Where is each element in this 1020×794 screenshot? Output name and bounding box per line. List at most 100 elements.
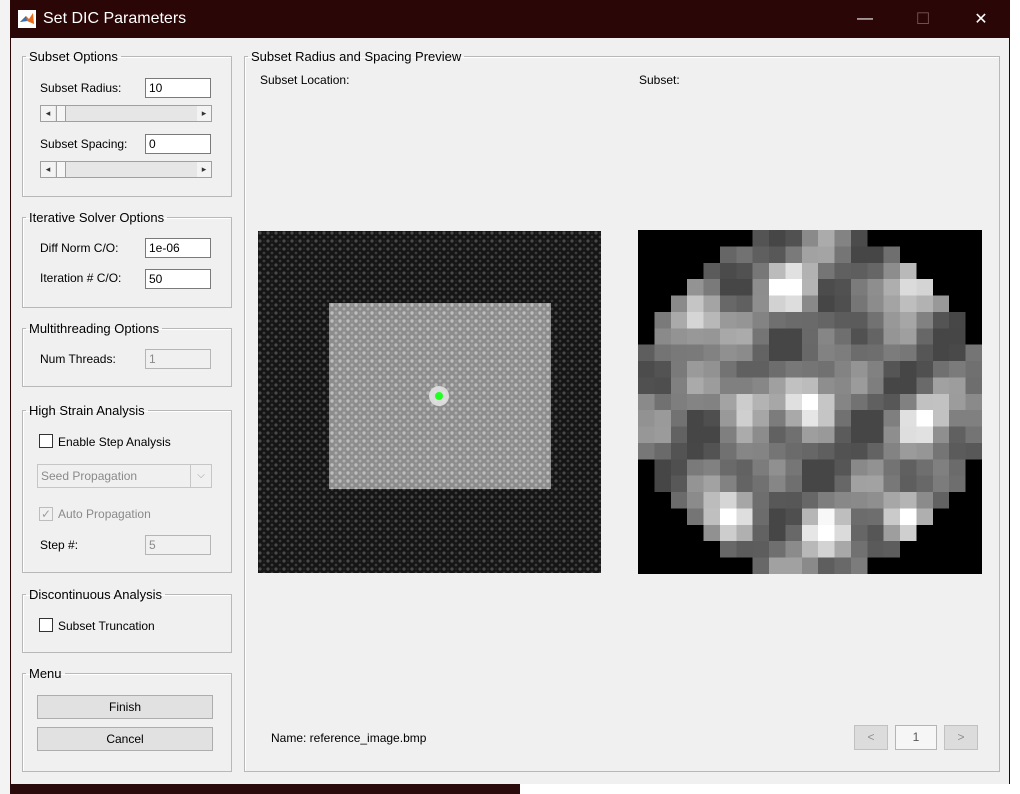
subset-pixel — [818, 246, 835, 263]
slider-left-arrow-icon[interactable]: ◂ — [41, 106, 55, 121]
subset-truncation-checkbox[interactable] — [39, 618, 53, 632]
finish-button[interactable]: Finish — [37, 695, 213, 719]
slider-thumb[interactable] — [56, 106, 66, 121]
subset-pixel — [752, 262, 770, 280]
subset-pixel — [654, 442, 671, 460]
subset-pixel — [818, 541, 835, 558]
iterative-solver-group: Iterative Solver Options — [22, 210, 232, 308]
subset-pixel — [785, 426, 802, 443]
maximize-button[interactable]: ☐ — [894, 0, 952, 38]
subset-pixel — [736, 262, 753, 280]
diff-norm-field[interactable]: 1e-06 — [145, 238, 211, 258]
dropdown-value: Seed Propagation — [41, 469, 138, 483]
subset-pixel — [801, 246, 819, 263]
subset-pixel — [785, 557, 802, 574]
subset-pixel — [719, 426, 737, 443]
subset-pixel — [834, 426, 851, 443]
slider-left-arrow-icon[interactable]: ◂ — [41, 162, 55, 177]
subset-pixel — [670, 295, 688, 312]
subset-pixel — [785, 393, 802, 411]
subset-pixel — [834, 328, 851, 345]
close-button[interactable]: ✕ — [952, 0, 1010, 38]
subset-pixel — [818, 328, 835, 345]
subset-pixel — [638, 426, 655, 443]
subset-pixel — [752, 459, 770, 476]
subset-radius-label: Subset Radius: — [40, 81, 122, 95]
subset-pixel — [932, 442, 950, 460]
subset-pixel — [752, 524, 770, 542]
cancel-button[interactable]: Cancel — [37, 727, 213, 751]
propagation-dropdown[interactable]: Seed Propagation ⌵ — [37, 464, 212, 488]
subset-pixel — [752, 279, 770, 296]
num-threads-field[interactable]: 1 — [145, 349, 211, 369]
subset-pixel — [736, 279, 753, 296]
subset-pixel — [752, 541, 770, 558]
subset-pixel — [834, 246, 851, 263]
subset-pixel — [965, 377, 982, 394]
subset-pixel — [752, 557, 770, 574]
subset-pixel — [818, 230, 835, 247]
subset-pixel — [867, 541, 884, 558]
image-page-field[interactable]: 1 — [895, 725, 937, 750]
iteration-field[interactable]: 50 — [145, 269, 211, 289]
subset-pixel — [703, 459, 720, 476]
auto-propagation-checkbox[interactable]: ✓ — [39, 507, 53, 521]
subset-pixel — [670, 459, 688, 476]
subset-pixel — [818, 492, 835, 509]
subset-pixel — [654, 393, 671, 411]
subset-pixel — [932, 426, 950, 443]
subset-center-marker — [435, 392, 443, 400]
subset-pixel — [638, 410, 655, 427]
subset-pixel — [703, 410, 720, 427]
subset-location-image[interactable] — [258, 231, 601, 573]
subset-pixel — [834, 279, 851, 296]
subset-pixel — [850, 246, 868, 263]
subset-pixel — [769, 410, 786, 427]
slider-right-arrow-icon[interactable]: ▸ — [197, 162, 211, 177]
subset-radius-slider[interactable]: ◂ ▸ — [40, 105, 212, 122]
subset-pixel — [769, 393, 786, 411]
subset-radius-field[interactable]: 10 — [145, 78, 211, 98]
subset-pixel — [818, 524, 835, 542]
subset-pixel — [736, 311, 753, 329]
subset-pixel — [916, 344, 933, 362]
slider-right-arrow-icon[interactable]: ▸ — [197, 106, 211, 121]
subset-pixel — [703, 262, 720, 280]
subset-pixel — [736, 541, 753, 558]
subset-pixel — [703, 492, 720, 509]
subset-pixel — [703, 524, 720, 542]
subset-pixel — [752, 410, 770, 427]
subset-pixel — [916, 426, 933, 443]
enable-step-checkbox[interactable] — [39, 434, 53, 448]
subset-pixel — [850, 361, 868, 378]
subset-pixel — [867, 426, 884, 443]
subset-pixel — [801, 410, 819, 427]
subset-spacing-slider[interactable]: ◂ ▸ — [40, 161, 212, 178]
prev-image-button[interactable]: < — [854, 725, 888, 750]
subset-pixel — [883, 311, 901, 329]
subset-pixel — [916, 311, 933, 329]
subset-pixel — [801, 377, 819, 394]
slider-thumb[interactable] — [56, 162, 66, 177]
subset-pixel — [687, 328, 704, 345]
subset-spacing-field[interactable]: 0 — [145, 134, 211, 154]
subset-pixel — [883, 295, 901, 312]
subset-pixel — [719, 279, 737, 296]
subset-pixel — [801, 524, 819, 542]
subset-pixel — [719, 508, 737, 525]
subset-pixel — [654, 459, 671, 476]
subset-pixel — [867, 475, 884, 493]
subset-pixel — [965, 344, 982, 362]
subset-pixel — [719, 492, 737, 509]
subset-pixel — [801, 492, 819, 509]
subset-pixel — [785, 246, 802, 263]
subset-pixel — [883, 492, 901, 509]
step-field[interactable]: 5 — [145, 535, 211, 555]
subset-pixel — [769, 426, 786, 443]
subset-pixel — [785, 410, 802, 427]
chevron-down-icon[interactable]: ⌵ — [190, 465, 211, 487]
next-image-button[interactable]: > — [944, 725, 978, 750]
minimize-button[interactable]: — — [836, 0, 894, 38]
subset-pixel — [687, 344, 704, 362]
subset-pixel — [703, 344, 720, 362]
